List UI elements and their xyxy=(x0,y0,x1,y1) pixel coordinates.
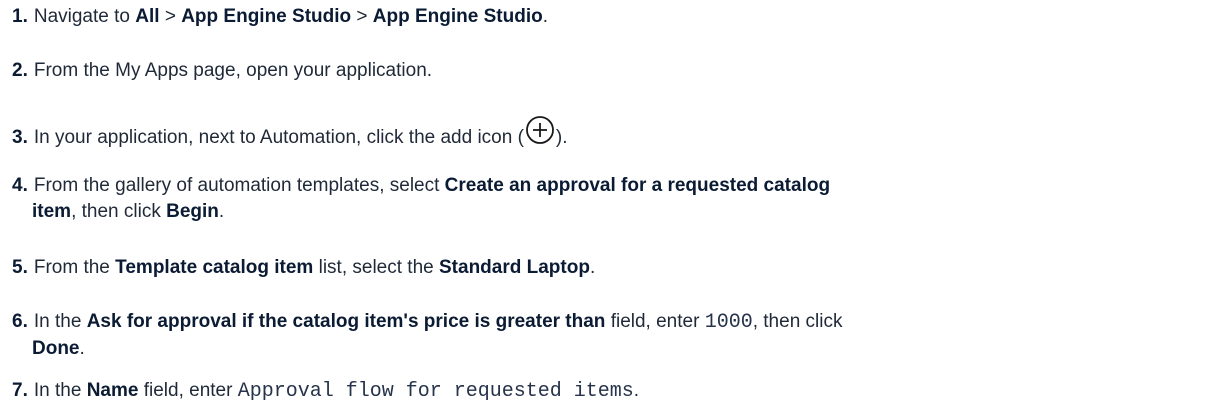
instruction-steps: 1. Navigate to All > App Engine Studio > … xyxy=(0,0,1207,411)
name-field-label: Name xyxy=(86,380,139,401)
step-text: ). xyxy=(555,127,568,148)
step-text: , then click xyxy=(71,201,167,222)
step-continuation: item, then click Begin. xyxy=(12,199,830,225)
menu-app-engine-studio: App Engine Studio xyxy=(181,6,352,27)
step-text: From the xyxy=(33,257,116,278)
step-text: From the gallery of automation templates… xyxy=(33,175,445,196)
step-5: 5. From the Template catalog item list, s… xyxy=(12,255,595,281)
step-text: . xyxy=(542,6,549,27)
add-circle-icon xyxy=(526,116,554,144)
step-text: In the xyxy=(33,380,87,401)
step-number: 4. xyxy=(12,175,28,196)
price-threshold-field-label: Ask for approval if the catalog item's p… xyxy=(86,311,606,332)
step-number: 6. xyxy=(12,311,28,332)
step-text: list, select the xyxy=(313,257,439,278)
step-number: 7. xyxy=(12,380,28,401)
template-name-end: item xyxy=(32,201,72,222)
step-text: Navigate to xyxy=(33,6,136,27)
step-continuation: Done. xyxy=(12,336,842,362)
separator: > xyxy=(159,6,182,27)
standard-laptop-label: Standard Laptop xyxy=(439,257,590,278)
step-7: 7. In the Name field, enter Approval flow… xyxy=(12,378,639,405)
step-text: In your application, next to Automation,… xyxy=(33,127,524,148)
step-number: 3. xyxy=(12,127,28,148)
step-text: , then click xyxy=(752,311,843,332)
step-number: 1. xyxy=(12,6,28,27)
module-app-engine-studio: App Engine Studio xyxy=(372,6,543,27)
step-text: . xyxy=(79,338,85,359)
step-3: 3. In your application, next to Automatio… xyxy=(12,114,568,151)
done-label: Done xyxy=(32,338,80,359)
step-text: field, enter xyxy=(138,380,238,401)
step-6: 6. In the Ask for approval if the catalog… xyxy=(12,309,842,362)
step-number: 5. xyxy=(12,257,28,278)
template-catalog-item-label: Template catalog item xyxy=(115,257,314,278)
step-2: 2. From the My Apps page, open your appli… xyxy=(12,58,432,84)
begin-label: Begin xyxy=(166,201,219,222)
step-text: In the xyxy=(33,311,87,332)
step-text: From the My Apps page, open your applica… xyxy=(33,60,433,81)
name-value: Approval flow for requested items xyxy=(237,380,634,403)
step-number: 2. xyxy=(12,60,28,81)
step-4: 4. From the gallery of automation templat… xyxy=(12,173,830,225)
template-name: Create an approval for a requested catal… xyxy=(444,175,831,196)
step-text: field, enter xyxy=(605,311,705,332)
price-value: 1000 xyxy=(704,311,753,334)
step-text: . xyxy=(633,380,640,401)
separator: > xyxy=(351,6,373,27)
menu-all: All xyxy=(135,6,160,27)
step-text: . xyxy=(218,201,225,222)
step-1: 1. Navigate to All > App Engine Studio > … xyxy=(12,4,548,30)
step-text: . xyxy=(589,257,596,278)
